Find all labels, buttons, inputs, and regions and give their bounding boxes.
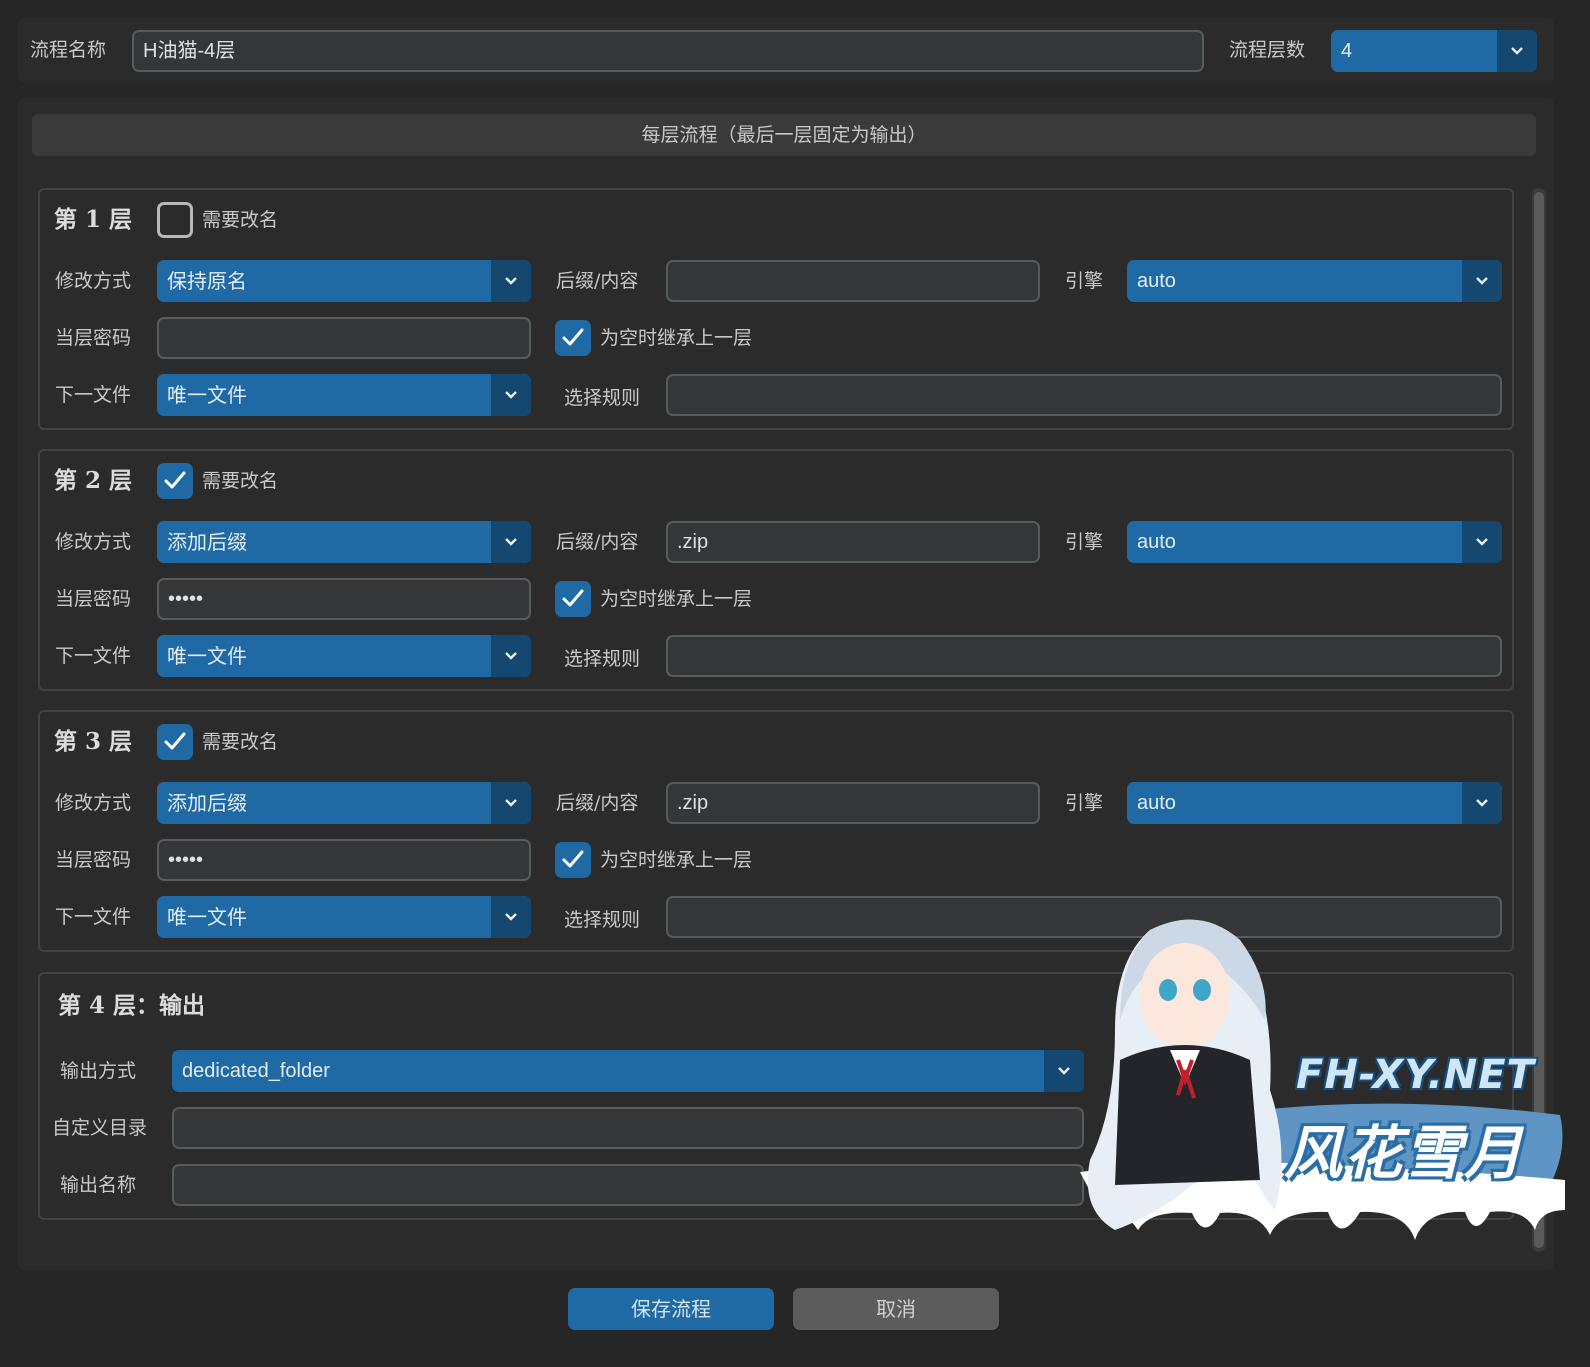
mode-select[interactable]: 添加后缀	[157, 782, 531, 824]
inherit-label: 为空时继承上一层	[600, 849, 753, 871]
rule-label: 选择规则	[564, 648, 641, 670]
cancel-button[interactable]: 取消	[793, 1288, 999, 1330]
chevron-down-icon[interactable]	[491, 260, 531, 302]
rename-checkbox[interactable]	[157, 463, 193, 499]
chevron-down-icon[interactable]	[1462, 521, 1502, 563]
output-dir-label: 自定义目录	[52, 1117, 148, 1139]
layer-title: 第 1 层	[54, 206, 133, 233]
engine-label: 引擎	[1065, 792, 1104, 814]
engine-select[interactable]: auto	[1127, 260, 1502, 302]
next-file-value: 唯一文件	[167, 644, 247, 668]
inherit-label: 为空时继承上一层	[600, 327, 753, 349]
next-file-select[interactable]: 唯一文件	[157, 896, 531, 938]
suffix-input[interactable]: .zip	[666, 521, 1040, 563]
flow-count-value: 4	[1341, 40, 1353, 62]
rule-input[interactable]	[666, 635, 1502, 677]
suffix-label: 后缀/内容	[556, 531, 639, 553]
mode-label: 修改方式	[55, 270, 132, 292]
flow-name-label: 流程名称	[30, 39, 107, 61]
rename-label: 需要改名	[202, 731, 279, 753]
password-input[interactable]: •••••	[157, 578, 531, 620]
chevron-down-icon[interactable]	[491, 374, 531, 416]
output-method-label: 输出方式	[60, 1060, 137, 1082]
output-method-value: dedicated_folder	[182, 1060, 330, 1082]
mode-value: 添加后缀	[167, 530, 247, 554]
engine-value: auto	[1137, 792, 1176, 814]
chevron-down-icon[interactable]	[491, 896, 531, 938]
password-label: 当层密码	[55, 327, 132, 349]
chevron-down-icon[interactable]	[1497, 30, 1537, 72]
suffix-label: 后缀/内容	[556, 792, 639, 814]
flow-count-select[interactable]: 4	[1331, 30, 1537, 72]
output-name-label: 输出名称	[60, 1174, 137, 1196]
rename-checkbox[interactable]	[157, 202, 193, 238]
next-file-select[interactable]: 唯一文件	[157, 635, 531, 677]
flow-name-input[interactable]: H油猫-4层	[132, 30, 1204, 72]
mode-select[interactable]: 添加后缀	[157, 521, 531, 563]
output-title: 第 4 层：输出	[58, 992, 206, 1019]
chevron-down-icon[interactable]	[491, 521, 531, 563]
inherit-label: 为空时继承上一层	[600, 588, 753, 610]
inherit-checkbox[interactable]	[555, 842, 591, 878]
password-input[interactable]: •••••	[157, 839, 531, 881]
output-method-select[interactable]: dedicated_folder	[172, 1050, 1084, 1092]
rule-input[interactable]	[666, 374, 1502, 416]
rule-label: 选择规则	[564, 387, 641, 409]
mode-value: 保持原名	[167, 269, 247, 293]
mode-select[interactable]: 保持原名	[157, 260, 531, 302]
next-file-label: 下一文件	[55, 384, 132, 406]
chevron-down-icon[interactable]	[1462, 782, 1502, 824]
rename-label: 需要改名	[202, 470, 279, 492]
next-file-label: 下一文件	[55, 645, 132, 667]
rule-label: 选择规则	[564, 909, 641, 931]
next-file-value: 唯一文件	[167, 905, 247, 929]
output-name-input[interactable]	[172, 1164, 1084, 1206]
chevron-down-icon[interactable]	[491, 782, 531, 824]
next-file-label: 下一文件	[55, 906, 132, 928]
chevron-down-icon[interactable]	[491, 635, 531, 677]
suffix-input[interactable]: .zip	[666, 782, 1040, 824]
engine-value: auto	[1137, 270, 1176, 292]
engine-value: auto	[1137, 531, 1176, 553]
engine-label: 引擎	[1065, 531, 1104, 553]
mode-value: 添加后缀	[167, 791, 247, 815]
mode-label: 修改方式	[55, 792, 132, 814]
watermark-cn-text: 风花雪月	[1284, 1119, 1525, 1187]
flow-count-label: 流程层数	[1229, 39, 1306, 61]
rename-label: 需要改名	[202, 209, 279, 231]
save-flow-button[interactable]: 保存流程	[568, 1288, 774, 1330]
engine-label: 引擎	[1065, 270, 1104, 292]
watermark-en-text: FH-XY.NET	[1296, 1052, 1535, 1098]
password-input[interactable]	[157, 317, 531, 359]
layer-title: 第 2 层	[54, 467, 133, 494]
engine-select[interactable]: auto	[1127, 521, 1502, 563]
suffix-label: 后缀/内容	[556, 270, 639, 292]
password-label: 当层密码	[55, 849, 132, 871]
mode-label: 修改方式	[55, 531, 132, 553]
chevron-down-icon[interactable]	[1462, 260, 1502, 302]
rename-checkbox[interactable]	[157, 724, 193, 760]
section-header: 每层流程（最后一层固定为输出）	[32, 114, 1536, 156]
suffix-input[interactable]	[666, 260, 1040, 302]
engine-select[interactable]: auto	[1127, 782, 1502, 824]
next-file-value: 唯一文件	[167, 383, 247, 407]
next-file-select[interactable]: 唯一文件	[157, 374, 531, 416]
inherit-checkbox[interactable]	[555, 581, 591, 617]
inherit-checkbox[interactable]	[555, 320, 591, 356]
password-label: 当层密码	[55, 588, 132, 610]
output-dir-input[interactable]	[172, 1107, 1084, 1149]
layer-title: 第 3 层	[54, 728, 133, 755]
